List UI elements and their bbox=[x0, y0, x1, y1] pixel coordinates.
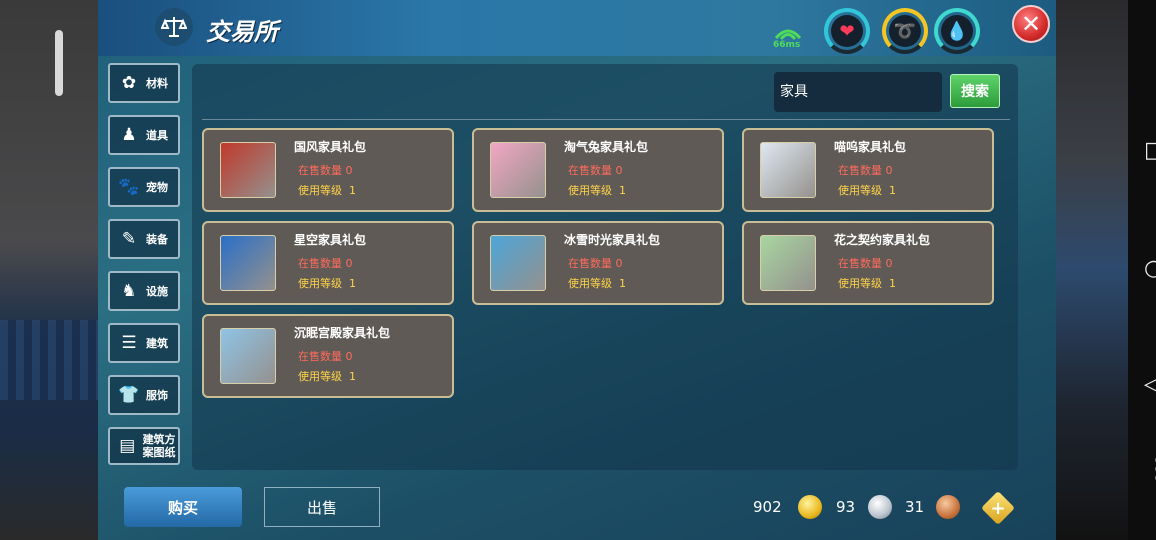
search-input[interactable]: 家具 bbox=[774, 72, 942, 112]
gift-box-icon bbox=[490, 142, 546, 198]
item-level: 使用等级 1 bbox=[568, 277, 626, 290]
item-card[interactable]: 国风家具礼包 在售数量 0 使用等级 1 bbox=[202, 128, 454, 212]
item-card[interactable]: 喵呜家具礼包 在售数量 0 使用等级 1 bbox=[742, 128, 994, 212]
page-title: 交易所 bbox=[206, 18, 278, 46]
gift-box-icon bbox=[760, 235, 816, 291]
sidebar-item-clothing[interactable]: 👕 服饰 bbox=[108, 375, 180, 415]
sidebar-item-pets[interactable]: 🐾 宠物 bbox=[108, 167, 180, 207]
item-sale-count: 在售数量 0 bbox=[568, 257, 623, 270]
item-icon: ♟ bbox=[121, 125, 137, 145]
item-sale-count: 在售数量 0 bbox=[838, 257, 893, 270]
item-level: 使用等级 1 bbox=[568, 184, 626, 197]
divider bbox=[202, 119, 1010, 120]
search-button[interactable]: 搜索 bbox=[950, 74, 1000, 108]
clothing-icon: 👕 bbox=[118, 385, 140, 405]
exchange-panel: 交易所 66ms ❤ ➰ 💧 ✕ ✿ 材料 ♟ 道具 🐾 宠物 ✎ 装备 ♞ 设… bbox=[98, 0, 1056, 540]
scale-icon bbox=[155, 8, 193, 46]
tab-buy[interactable]: 购买 bbox=[124, 487, 242, 527]
materials-icon: ✿ bbox=[121, 73, 137, 93]
item-level: 使用等级 1 bbox=[298, 370, 356, 383]
item-card[interactable]: 花之契约家具礼包 在售数量 0 使用等级 1 bbox=[742, 221, 994, 305]
item-name: 花之契约家具礼包 bbox=[834, 233, 931, 247]
sidebar-item-blueprints[interactable]: ▤ 建筑方案图纸 bbox=[108, 427, 180, 465]
sidebar-item-materials[interactable]: ✿ 材料 bbox=[108, 63, 180, 103]
silver-coin-icon bbox=[868, 495, 892, 519]
close-button[interactable]: ✕ bbox=[1012, 5, 1050, 43]
gift-box-icon bbox=[220, 235, 276, 291]
item-level: 使用等级 1 bbox=[838, 184, 896, 197]
silver-amount: 93 bbox=[836, 498, 856, 516]
wall-pattern bbox=[0, 320, 98, 400]
stamina-gauge[interactable]: ➰ bbox=[882, 8, 928, 54]
gift-box-icon bbox=[220, 328, 276, 384]
bronze-amount: 31 bbox=[905, 498, 925, 516]
close-icon: ✕ bbox=[1020, 10, 1042, 38]
gold-coin-icon bbox=[798, 495, 822, 519]
item-sale-count: 在售数量 0 bbox=[568, 164, 623, 177]
pet-paw-icon: 🐾 bbox=[118, 177, 140, 197]
item-sale-count: 在售数量 0 bbox=[298, 350, 353, 363]
sidebar-item-facilities[interactable]: ♞ 设施 bbox=[108, 271, 180, 311]
item-level: 使用等级 1 bbox=[298, 184, 356, 197]
item-sale-count: 在售数量 0 bbox=[298, 164, 353, 177]
gold-amount: 902 bbox=[753, 498, 782, 516]
drag-handle[interactable] bbox=[55, 30, 63, 96]
title-bar: 交易所 66ms ❤ ➰ 💧 ✕ bbox=[98, 0, 1056, 56]
bronze-coin-icon bbox=[936, 495, 960, 519]
item-name: 喵呜家具礼包 bbox=[834, 140, 907, 154]
home-icon[interactable]: ○ bbox=[1144, 258, 1156, 280]
item-name: 星空家具礼包 bbox=[294, 233, 367, 247]
blueprint-icon: ▤ bbox=[119, 436, 136, 456]
stamina-icon: ➰ bbox=[889, 15, 921, 47]
item-card[interactable]: 星空家具礼包 在售数量 0 使用等级 1 bbox=[202, 221, 454, 305]
heart-icon: ❤ bbox=[831, 15, 863, 47]
back-icon[interactable]: ◁ bbox=[1144, 374, 1156, 396]
water-gauge[interactable]: 💧 bbox=[934, 8, 980, 54]
plus-icon: + bbox=[990, 497, 1006, 519]
sidebar-item-buildings[interactable]: ☰ 建筑 bbox=[108, 323, 180, 363]
item-name: 国风家具礼包 bbox=[294, 140, 367, 154]
recent-apps-icon[interactable]: □ bbox=[1144, 140, 1156, 162]
item-card[interactable]: 沉眠宫殿家具礼包 在售数量 0 使用等级 1 bbox=[202, 314, 454, 398]
sidebar-item-items[interactable]: ♟ 道具 bbox=[108, 115, 180, 155]
health-gauge[interactable]: ❤ bbox=[824, 8, 870, 54]
gift-box-icon bbox=[220, 142, 276, 198]
item-sale-count: 在售数量 0 bbox=[298, 257, 353, 270]
sidebar-item-equipment[interactable]: ✎ 装备 bbox=[108, 219, 180, 259]
equipment-icon: ✎ bbox=[121, 229, 137, 249]
item-name: 淘气兔家具礼包 bbox=[564, 140, 649, 154]
add-currency-button[interactable]: + bbox=[981, 491, 1015, 525]
building-icon: ☰ bbox=[121, 333, 137, 353]
item-name: 冰雪时光家具礼包 bbox=[564, 233, 661, 247]
tab-sell[interactable]: 出售 bbox=[264, 487, 380, 527]
facility-icon: ♞ bbox=[121, 281, 137, 301]
ping-label: 66ms bbox=[773, 40, 801, 50]
gift-box-icon bbox=[760, 142, 816, 198]
item-card[interactable]: 冰雪时光家具礼包 在售数量 0 使用等级 1 bbox=[472, 221, 724, 305]
background-scene-left bbox=[0, 0, 98, 540]
more-icon[interactable]: ⋮ bbox=[1144, 456, 1156, 482]
item-sale-count: 在售数量 0 bbox=[838, 164, 893, 177]
item-level: 使用等级 1 bbox=[298, 277, 356, 290]
item-card[interactable]: 淘气兔家具礼包 在售数量 0 使用等级 1 bbox=[472, 128, 724, 212]
item-level: 使用等级 1 bbox=[838, 277, 896, 290]
gift-box-icon bbox=[490, 235, 546, 291]
item-name: 沉眠宫殿家具礼包 bbox=[294, 326, 391, 340]
water-drop-icon: 💧 bbox=[941, 15, 973, 47]
